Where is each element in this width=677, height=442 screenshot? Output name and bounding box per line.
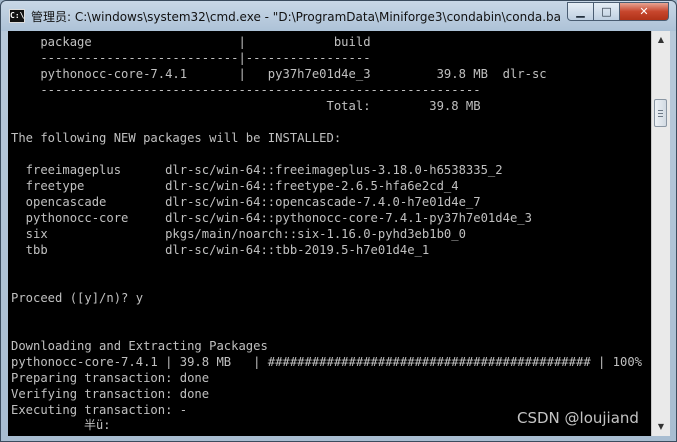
- scroll-up-button[interactable]: ▲: [653, 32, 669, 48]
- close-button[interactable]: ✕: [619, 2, 669, 21]
- console-line: Total: 39.8 MB: [11, 99, 481, 113]
- scroll-down-button[interactable]: ▼: [653, 419, 669, 435]
- grip-line: [658, 113, 663, 114]
- vertical-scrollbar[interactable]: ▲ ▼: [651, 31, 670, 436]
- title-bar[interactable]: C:\ 管理员: C:\windows\system32\cmd.exe - "…: [1, 1, 676, 31]
- close-icon: ✕: [639, 5, 649, 18]
- console-line: Verifying transaction: done: [11, 387, 210, 401]
- grip-line: [658, 110, 663, 111]
- console-line: ----------------------------------------…: [11, 83, 481, 97]
- console-line: opencascade dlr-sc/win-64::opencascade-7…: [11, 195, 481, 209]
- arrow-up-icon: ▲: [657, 35, 665, 44]
- window-title: 管理员: C:\windows\system32\cmd.exe - "D:\P…: [31, 10, 561, 24]
- minimize-button[interactable]: ▁: [567, 2, 594, 21]
- console-line: Proceed ([y]/n)? y: [11, 291, 144, 305]
- minimize-icon: ▁: [576, 5, 585, 18]
- console-line: The following NEW packages will be INSTA…: [11, 131, 342, 145]
- scroll-thumb[interactable]: [654, 99, 667, 127]
- arrow-down-icon: ▼: [657, 422, 665, 431]
- console-line: pythonocc-core-7.4.1 | py37h7e01d4e_3 39…: [11, 67, 547, 81]
- watermark: CSDN @loujiand: [517, 409, 639, 427]
- console-line: package | build: [11, 35, 371, 49]
- cmd-app-icon[interactable]: C:\: [9, 9, 25, 23]
- console-line: pythonocc-core-7.4.1 | 39.8 MB | #######…: [11, 355, 643, 369]
- console-line: freetype dlr-sc/win-64::freetype-2.6.5-h…: [11, 179, 459, 193]
- console-line: Preparing transaction: done: [11, 371, 210, 385]
- console-line: tbb dlr-sc/win-64::tbb-2019.5-h7e01d4e_1: [11, 243, 430, 257]
- console-line: freeimageplus dlr-sc/win-64::freeimagepl…: [11, 163, 503, 177]
- maximize-button[interactable]: □: [593, 2, 620, 21]
- console-text: package | build ------------------------…: [11, 34, 642, 418]
- grip-line: [658, 116, 663, 117]
- console-window: C:\ 管理员: C:\windows\system32\cmd.exe - "…: [0, 0, 677, 442]
- console-line: six pkgs/main/noarch::six-1.16.0-pyhd3eb…: [11, 227, 466, 241]
- console-line: Downloading and Extracting Packages: [11, 339, 268, 353]
- console-line: ---------------------------|------------…: [11, 51, 371, 65]
- console-line: pythonocc-core dlr-sc/win-64::pythonocc-…: [11, 211, 532, 225]
- ime-status: 半ü:: [84, 418, 111, 432]
- console-output[interactable]: package | build ------------------------…: [8, 31, 651, 436]
- maximize-icon: □: [601, 5, 612, 18]
